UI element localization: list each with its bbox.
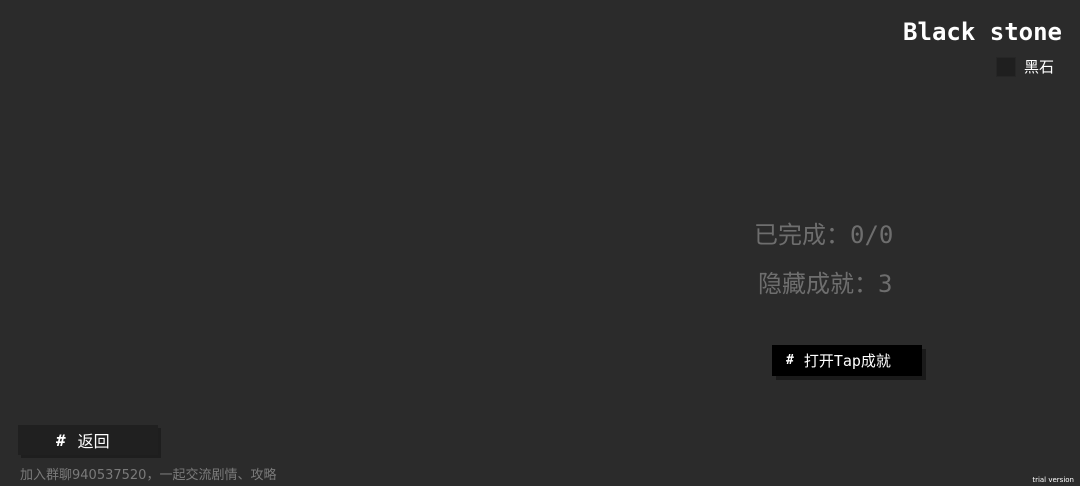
completed-count: 已完成：0/0 bbox=[754, 221, 894, 249]
hash-icon: # bbox=[786, 353, 794, 368]
back-button-label: 返回 bbox=[77, 432, 110, 451]
open-tap-achievements-button[interactable]: # 打开Tap成就 bbox=[772, 345, 922, 376]
hash-icon: # bbox=[56, 430, 66, 450]
open-tap-achievements-label: 打开Tap成就 bbox=[803, 352, 891, 370]
achievement-screen: Black stone 黑石 已完成：0/0 隐藏成就：3 # 打开Tap成就 … bbox=[0, 0, 1080, 486]
trial-version-watermark: trial version bbox=[1032, 476, 1074, 484]
hidden-achievements-count: 隐藏成就：3 bbox=[758, 270, 893, 298]
community-group-notice: 加入群聊940537520，一起交流剧情、攻略 bbox=[20, 468, 277, 483]
black-stone-swatch-icon bbox=[995, 56, 1016, 77]
back-button[interactable]: # 返回 bbox=[18, 425, 158, 455]
stone-item-label: 黑石 bbox=[1023, 58, 1054, 76]
page-title: Black stone bbox=[903, 18, 1062, 46]
stone-item: 黑石 bbox=[995, 56, 1054, 77]
